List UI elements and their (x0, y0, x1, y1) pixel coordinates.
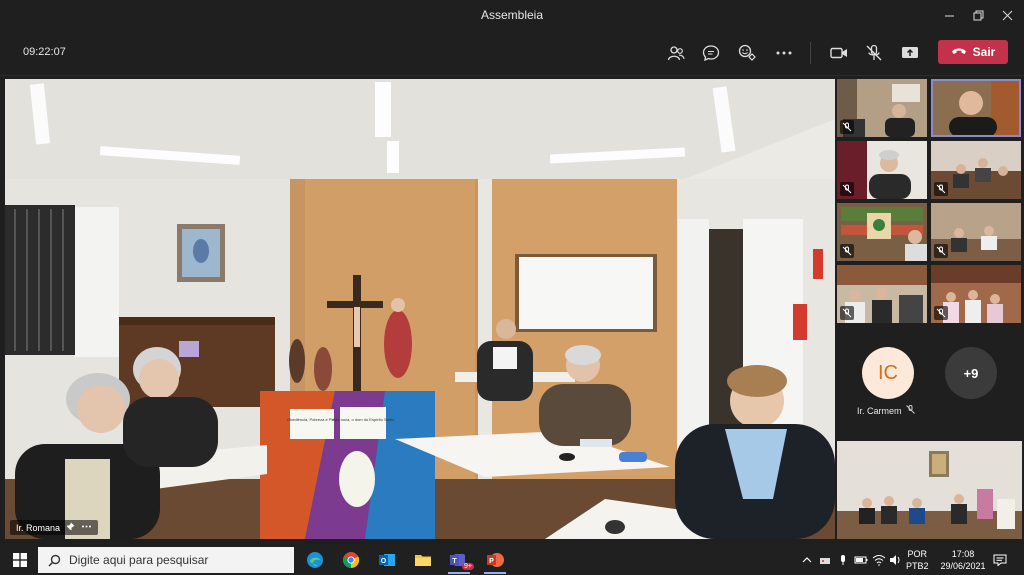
participant-tile[interactable] (837, 79, 927, 137)
more-participants-button[interactable]: +9 (945, 347, 997, 399)
participant-tile[interactable] (931, 203, 1021, 261)
chat-icon[interactable] (700, 42, 722, 64)
search-placeholder: Digite aqui para pesquisar (69, 553, 209, 567)
participant-tile[interactable] (931, 141, 1021, 199)
svg-text:P: P (489, 558, 494, 565)
teams-badge: 9+ (462, 563, 474, 570)
participant-gallery: IC +9 Ir. Carmem (837, 79, 1022, 539)
taskbar-date: 29/06/2021 (940, 561, 986, 571)
language-code: POR (907, 549, 928, 559)
participant-tile[interactable] (837, 141, 927, 199)
mic-off-icon (934, 306, 948, 320)
reactions-icon[interactable] (736, 42, 758, 64)
meeting-clock: 09:22:07 (23, 46, 66, 58)
wifi-icon[interactable] (872, 553, 886, 567)
mic-off-icon (840, 182, 854, 196)
minimize-icon[interactable] (934, 4, 964, 26)
more-options-icon[interactable] (773, 42, 795, 64)
participant-tile[interactable] (931, 265, 1021, 323)
input-language[interactable]: POR PTB2 (906, 548, 929, 572)
network-device-icon[interactable] (818, 553, 832, 567)
meeting-toolbar: 09:22:07 (0, 30, 1024, 76)
avatar[interactable]: IC (862, 347, 914, 399)
maximize-icon[interactable] (963, 4, 993, 26)
share-screen-icon[interactable] (899, 42, 921, 64)
file-explorer-icon[interactable] (408, 548, 438, 572)
avatar-label: Ir. Carmem (857, 405, 915, 416)
outlook-icon[interactable]: O (372, 548, 402, 572)
teams-window: Assembleia 09:22:07 Sair Obediência, Pob… (0, 0, 1024, 575)
notifications-icon[interactable] (993, 553, 1007, 567)
powerpoint-icon[interactable]: P (480, 548, 510, 574)
chevron-up-icon[interactable] (800, 553, 814, 567)
mic-off-icon (840, 120, 854, 134)
windows-start-icon[interactable] (4, 545, 36, 575)
avatar-name: Ir. Carmem (857, 405, 902, 416)
main-video-stage[interactable]: Obediência, Pobreza e Pa... Vida nova, o… (5, 79, 835, 539)
participant-options-icon[interactable] (81, 522, 92, 533)
sign-left: Obediência, Pobreza e Pa... (287, 417, 337, 422)
mic-off-icon (840, 306, 854, 320)
search-icon (48, 554, 61, 567)
battery-icon[interactable] (854, 553, 868, 567)
svg-text:O: O (381, 558, 387, 565)
mic-off-icon (934, 244, 948, 258)
mic-off-icon (934, 182, 948, 196)
taskbar-search-box[interactable]: Digite aqui para pesquisar (38, 547, 294, 573)
participant-tile-large[interactable] (837, 441, 1022, 539)
sign-right: Vida nova, o dom do Espírito Santo (332, 417, 396, 422)
edge-icon[interactable] (300, 548, 330, 572)
chrome-icon[interactable] (336, 548, 366, 572)
keyboard-layout: PTB2 (906, 561, 929, 571)
taskbar-time: 17:08 (951, 549, 975, 559)
camera-icon[interactable] (828, 42, 850, 64)
phone-hangup-icon (951, 45, 967, 59)
leave-button[interactable]: Sair (938, 40, 1008, 64)
participant-tile[interactable] (837, 265, 927, 323)
teams-icon[interactable]: T 9+ (444, 548, 474, 574)
windows-taskbar: Digite aqui para pesquisar O T 9+ P POR … (0, 545, 1024, 575)
stage-participant-label: Ir. Romana (10, 520, 99, 535)
toolbar-divider (810, 42, 811, 64)
leave-label: Sair (972, 45, 996, 59)
participant-tile-active[interactable] (931, 79, 1021, 137)
pin-icon[interactable] (66, 522, 75, 533)
title-bar: Assembleia (0, 0, 1024, 30)
stage-participant-name: Ir. Romana (16, 522, 61, 533)
participant-tile[interactable] (837, 203, 927, 261)
mic-off-icon (905, 405, 915, 416)
svg-text:T: T (452, 558, 457, 565)
close-icon[interactable] (992, 4, 1022, 26)
mic-off-icon[interactable] (863, 42, 885, 64)
volume-icon[interactable] (889, 553, 903, 567)
microphone-icon[interactable] (836, 553, 850, 567)
room-video-frame: Obediência, Pobreza e Pa... Vida nova, o… (5, 79, 835, 539)
participants-icon[interactable] (665, 42, 687, 64)
taskbar-clock[interactable]: 17:08 29/06/2021 (940, 548, 986, 572)
window-title: Assembleia (480, 8, 544, 22)
mic-off-icon (840, 244, 854, 258)
